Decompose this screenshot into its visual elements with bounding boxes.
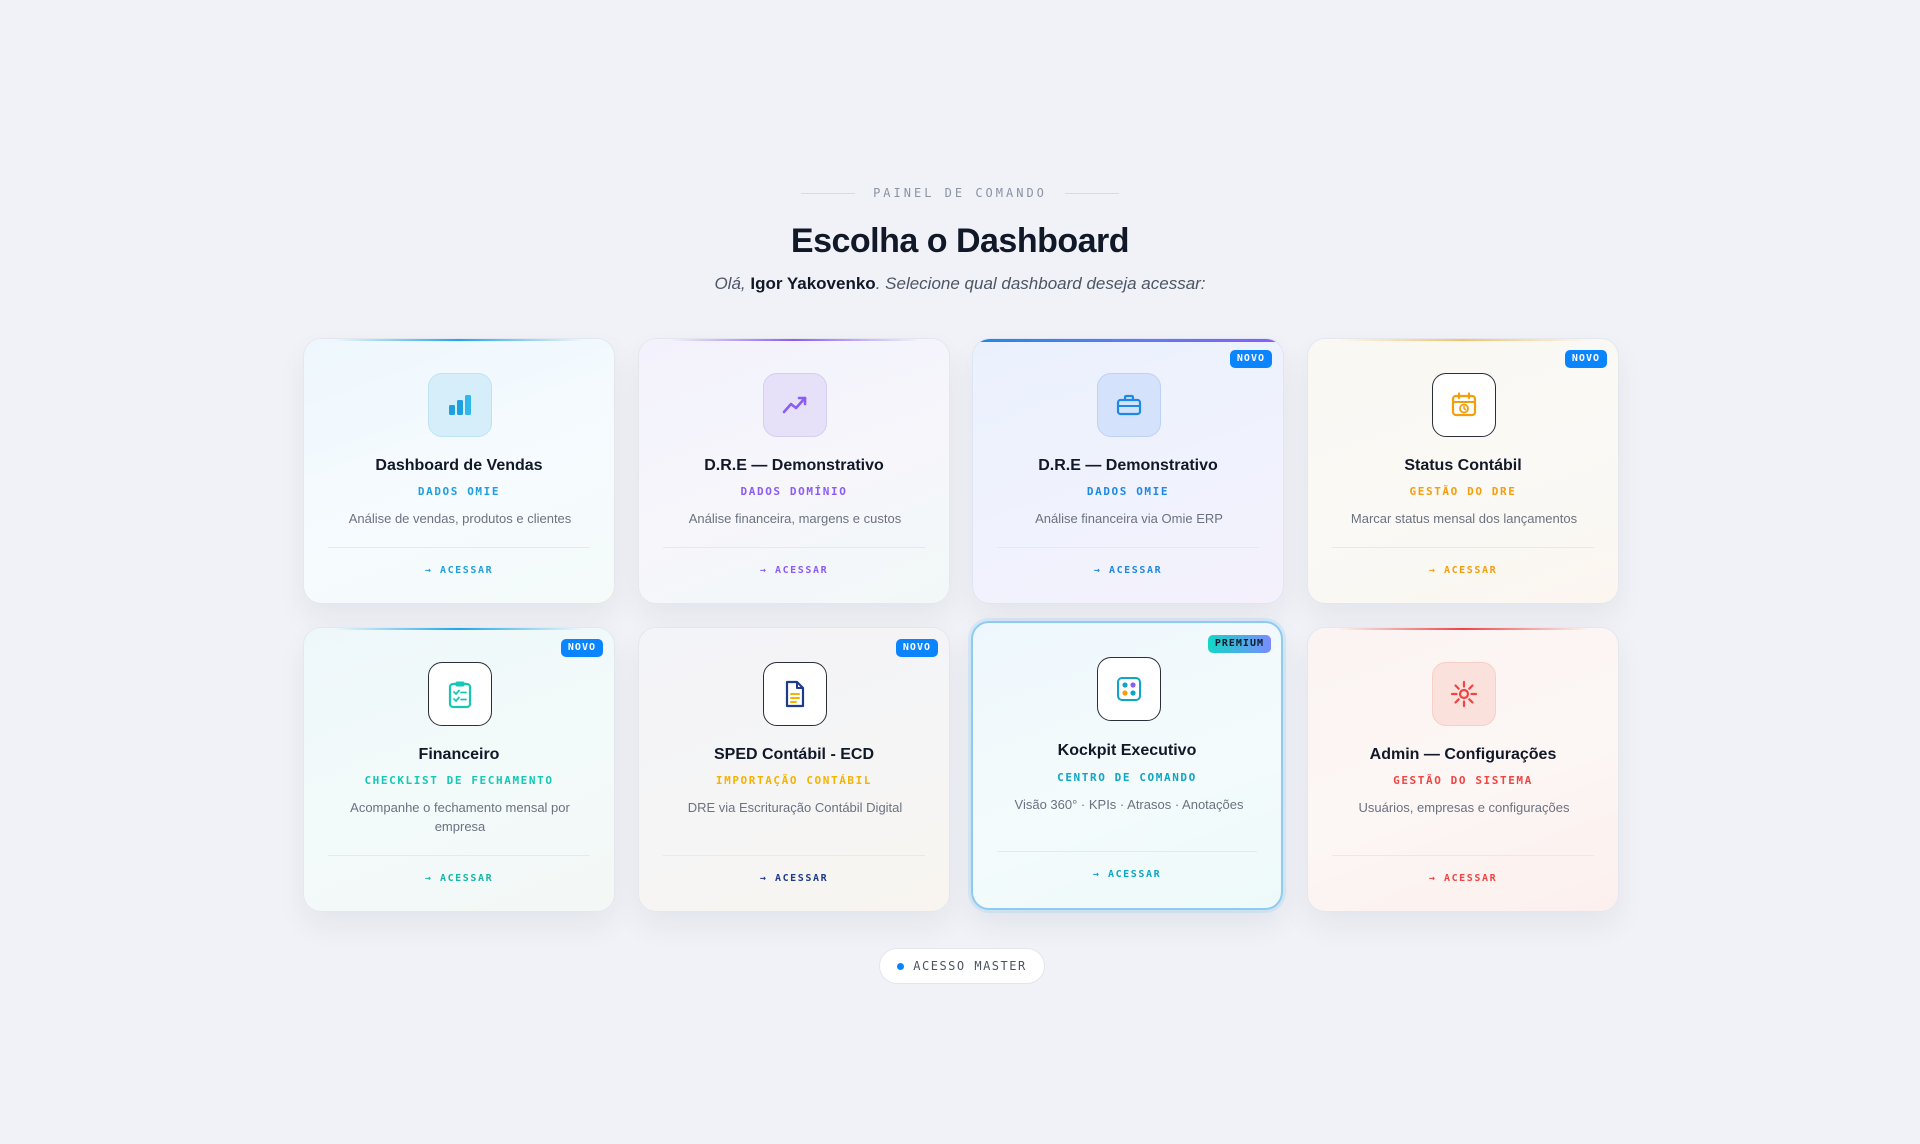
card-subtitle: GESTÃO DO SISTEMA — [1393, 774, 1533, 787]
access-link[interactable]: → ACESSAR — [1308, 565, 1618, 576]
document-icon — [763, 662, 827, 726]
master-access-badge: ACESSO MASTER — [879, 948, 1045, 984]
eyebrow-label: PAINEL DE COMANDO — [873, 186, 1047, 200]
eyebrow-line-left — [801, 192, 856, 194]
card-title: Admin — Configurações — [1369, 746, 1557, 763]
card-divider — [1332, 855, 1594, 856]
eyebrow: PAINEL DE COMANDO — [0, 186, 1920, 200]
calendar-clock-icon — [1432, 373, 1496, 437]
access-link[interactable]: → ACESSAR — [639, 873, 949, 884]
card-title: D.R.E — Demonstrativo — [1038, 457, 1218, 474]
greeting-suffix: . Selecione qual dashboard deseja acessa… — [875, 274, 1206, 293]
card-divider — [1332, 547, 1594, 548]
card-accent-line — [669, 339, 919, 341]
card-divider — [997, 547, 1259, 548]
card-subtitle: DADOS OMIE — [417, 485, 501, 498]
access-link[interactable]: → ACESSAR — [973, 565, 1283, 576]
dashboard-selector-page: PAINEL DE COMANDO Escolha o Dashboard Ol… — [0, 0, 1920, 1144]
card-dre-omie[interactable]: NOVO D.R.E — Demonstrativo DADOS OMIE An… — [972, 338, 1284, 604]
user-name: Igor Yakovenko — [750, 274, 876, 293]
status-dot — [897, 962, 905, 970]
card-description: Análise financeira, margens e custos — [688, 511, 902, 526]
access-link[interactable]: → ACESSAR — [304, 565, 614, 576]
card-subtitle: DADOS DOMÍNIO — [740, 485, 848, 498]
card-description: Marcar status mensal dos lançamentos — [1350, 511, 1578, 526]
card-title: SPED Contábil - ECD — [713, 746, 874, 763]
card-divider — [663, 855, 925, 856]
card-subtitle: CHECKLIST DE FECHAMENTO — [364, 774, 554, 787]
card-description: Análise de vendas, produtos e clientes — [348, 511, 572, 526]
access-link[interactable]: → ACESSAR — [639, 565, 949, 576]
card-description: Análise financeira via Omie ERP — [1035, 511, 1223, 526]
card-divider — [997, 851, 1257, 852]
card-divider — [663, 547, 925, 548]
card-sped-contabil[interactable]: NOVO SPED Contábil - ECD IMPORTAÇÃO CONT… — [638, 627, 950, 912]
control-grid-icon — [1097, 657, 1161, 721]
page-title: Escolha o Dashboard — [790, 222, 1130, 260]
card-dre-dominio[interactable]: D.R.E — Demonstrativo DADOS DOMÍNIO Anál… — [638, 338, 950, 604]
trending-up-icon — [763, 373, 827, 437]
new-badge: NOVO — [1564, 350, 1607, 368]
clipboard-check-icon — [428, 662, 492, 726]
new-badge: NOVO — [1229, 350, 1272, 368]
card-status-contabil[interactable]: NOVO Status Contábil GESTÃO DO DRE Marca… — [1307, 338, 1619, 604]
card-financeiro[interactable]: NOVO Financeiro CHECKLIST DE FECHAMENTO … — [303, 627, 615, 912]
settings-sun-icon — [1432, 662, 1496, 726]
card-admin-configuracoes[interactable]: Admin — Configurações GESTÃO DO SISTEMA … — [1307, 627, 1619, 912]
card-kockpit-executivo[interactable]: PREMIUM Kockpit Executivo CENTRO DE COMA… — [971, 621, 1283, 910]
card-title: Dashboard de Vendas — [375, 457, 543, 474]
card-title: Status Contábil — [1404, 457, 1522, 474]
card-title: Financeiro — [418, 746, 500, 763]
new-badge: NOVO — [895, 639, 938, 657]
card-title: Kockpit Executivo — [1057, 742, 1197, 759]
bar-chart-icon — [428, 373, 492, 437]
card-title: D.R.E — Demonstrativo — [704, 457, 884, 474]
access-link[interactable]: → ACESSAR — [973, 869, 1281, 880]
card-subtitle: IMPORTAÇÃO CONTÁBIL — [715, 774, 873, 787]
premium-badge: PREMIUM — [1207, 635, 1271, 653]
briefcase-icon — [1097, 373, 1161, 437]
card-description: Acompanhe o fechamento mensal por empres… — [350, 800, 570, 834]
access-link[interactable]: → ACESSAR — [304, 873, 614, 884]
new-badge: NOVO — [560, 639, 603, 657]
master-access-label: ACESSO MASTER — [913, 959, 1027, 973]
card-subtitle: DADOS OMIE — [1086, 485, 1170, 498]
card-dashboard-vendas[interactable]: Dashboard de Vendas DADOS OMIE Análise d… — [303, 338, 615, 604]
card-subtitle: GESTÃO DO DRE — [1409, 485, 1517, 498]
eyebrow-line-right — [1064, 192, 1119, 194]
card-accent-line — [973, 339, 1283, 342]
card-description: Visão 360° · KPIs · Atrasos · Anotações — [1014, 797, 1244, 812]
card-description: Usuários, empresas e configurações — [1358, 800, 1570, 815]
card-accent-line — [1338, 339, 1588, 341]
card-accent-line — [1338, 628, 1588, 630]
card-accent-line — [334, 339, 584, 341]
card-accent-line — [334, 628, 584, 630]
card-description: DRE via Escrituração Contábil Digital — [687, 800, 903, 815]
card-divider — [328, 855, 590, 856]
card-divider — [328, 547, 590, 548]
access-link[interactable]: → ACESSAR — [1308, 873, 1618, 884]
card-subtitle: CENTRO DE COMANDO — [1057, 771, 1197, 784]
greeting: Olá, Igor Yakovenko. Selecione qual dash… — [0, 274, 1920, 294]
greeting-prefix: Olá, — [714, 274, 751, 293]
